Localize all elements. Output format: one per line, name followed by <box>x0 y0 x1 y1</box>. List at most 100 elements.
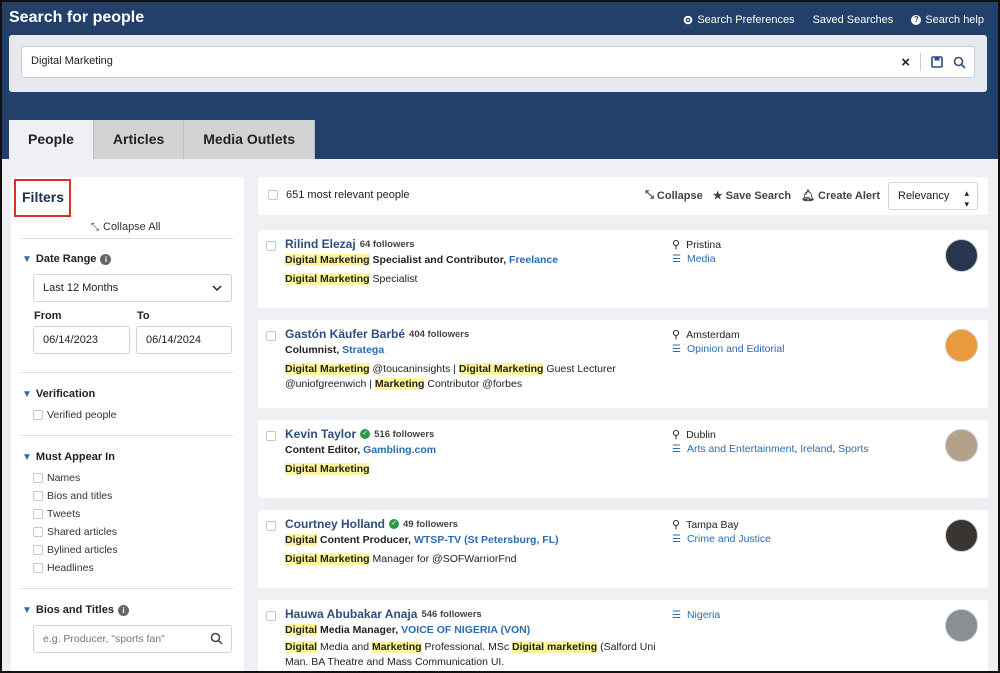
date-range-toggle[interactable]: ▼ Date Range i <box>22 253 112 265</box>
person-name-line: Courtney Holland ✓ 49 followers <box>285 517 458 531</box>
checkbox[interactable] <box>33 473 43 483</box>
person-name[interactable]: Kevin Taylor <box>285 427 356 441</box>
save-search-button[interactable]: ★ Save Search <box>713 189 791 203</box>
outlet-link[interactable]: Gambling.com <box>363 444 436 456</box>
collapse-button[interactable]: ⤡ Collapse <box>645 189 703 202</box>
from-date-field[interactable]: 06/14/2023 <box>33 326 130 354</box>
sort-select[interactable]: Relevancy ▴ ▾ <box>888 182 978 210</box>
person-select-checkbox[interactable] <box>266 241 276 251</box>
checkbox[interactable] <box>33 545 43 555</box>
names-checkbox[interactable]: Names <box>33 472 80 484</box>
keyword-highlight: Marketing <box>374 378 425 390</box>
verified-people-checkbox[interactable]: Verified people <box>33 409 116 421</box>
avatar[interactable] <box>945 329 978 362</box>
topic-link[interactable]: Opinion and Editorial <box>687 343 784 355</box>
topic-link[interactable]: Arts and Entertainment <box>687 443 794 455</box>
bios-titles-input[interactable] <box>43 633 203 645</box>
topics-links: Opinion and Editorial <box>687 343 784 355</box>
from-label: From <box>34 310 62 322</box>
verification-toggle[interactable]: ▼ Verification <box>22 388 95 400</box>
person-name-line: Gastón Käufer Barbé 404 followers <box>285 327 469 341</box>
info-icon[interactable]: i <box>117 604 129 616</box>
tab-articles[interactable]: Articles <box>93 120 185 159</box>
search-box: × <box>21 46 975 78</box>
search-preferences-link[interactable]: Search Preferences <box>683 14 795 26</box>
outlet-link[interactable]: Freelance <box>509 254 558 266</box>
info-icon[interactable]: i <box>100 253 112 265</box>
option-label: Shared articles <box>47 526 118 538</box>
topics-links: Nigeria <box>687 609 720 621</box>
person-location: ⚲ Amsterdam <box>672 328 740 342</box>
tab-people[interactable]: People <box>9 120 94 159</box>
bios-and-titles-checkbox[interactable]: Bios and titles <box>33 490 112 502</box>
collapse-all-button[interactable]: ⤡ Collapse All <box>91 221 160 233</box>
checkbox[interactable] <box>33 410 43 420</box>
person-location: ⚲ Tampa Bay <box>672 518 739 532</box>
person-name[interactable]: Hauwa Abubakar Anaja <box>285 607 417 621</box>
avatar[interactable] <box>945 519 978 552</box>
person-location: ⚲ Dublin <box>672 428 716 442</box>
clear-icon[interactable]: × <box>901 54 910 71</box>
topic-link[interactable]: Ireland <box>800 443 832 455</box>
option-label: Headlines <box>47 562 94 574</box>
search-icon[interactable] <box>210 632 223 645</box>
checkbox[interactable] <box>33 527 43 537</box>
checkbox[interactable] <box>33 509 43 519</box>
search-icon[interactable] <box>953 56 966 69</box>
shared-articles-checkbox[interactable]: Shared articles <box>33 526 117 538</box>
avatar[interactable] <box>945 239 978 272</box>
option-label: Bylined articles <box>47 544 118 556</box>
gear-icon <box>684 15 693 25</box>
topic-link[interactable]: Media <box>687 253 716 265</box>
outlet-link[interactable]: Stratega <box>342 344 384 356</box>
topic-link[interactable]: Nigeria <box>687 609 720 621</box>
person-topics: ☰ Media <box>672 253 716 265</box>
person-name[interactable]: Rilind Elezaj <box>285 237 356 251</box>
bylined-articles-checkbox[interactable]: Bylined articles <box>33 544 118 556</box>
create-alert-button[interactable]: 🔔︎ Create Alert <box>801 189 880 203</box>
results-count-label: 651 most relevant people <box>286 189 410 201</box>
avatar[interactable] <box>945 429 978 462</box>
option-label: Tweets <box>47 508 81 520</box>
topic-link[interactable]: Sports <box>838 443 868 455</box>
person-name[interactable]: Courtney Holland <box>285 517 385 531</box>
option-label: Bios and titles <box>47 490 113 502</box>
person-select-checkbox[interactable] <box>266 431 276 441</box>
search-input[interactable] <box>31 55 851 67</box>
person-select-checkbox[interactable] <box>266 521 276 531</box>
verification-title: Verification <box>35 388 96 400</box>
outlet-link[interactable]: WTSP-TV (St Petersburg, FL) <box>414 534 559 546</box>
person-select-checkbox[interactable] <box>266 611 276 621</box>
person-topics: ☰ Opinion and Editorial <box>672 343 784 355</box>
tab-media-outlets[interactable]: Media Outlets <box>184 120 316 159</box>
person-select-checkbox[interactable] <box>266 331 276 341</box>
follower-count: 546 followers <box>421 608 482 620</box>
person-bio: Digital Marketing @toucaninsights | Digi… <box>285 362 665 392</box>
checkbox[interactable] <box>33 491 43 501</box>
follower-count: 64 followers <box>359 238 415 250</box>
keyword-highlight: Digital <box>285 641 318 653</box>
save-icon[interactable] <box>931 56 943 68</box>
outlet-link[interactable]: VOICE OF NIGERIA (VON) <box>401 624 530 636</box>
date-range-title: Date Range <box>35 253 97 265</box>
header-links: Search Preferences Saved Searches ? Sear… <box>683 14 984 26</box>
select-all-checkbox[interactable] <box>268 190 278 200</box>
person-role: Digital Media Manager, VOICE OF NIGERIA … <box>285 624 530 636</box>
must-appear-in-toggle[interactable]: ▼ Must Appear In <box>22 451 115 463</box>
search-panel: × <box>9 35 987 92</box>
date-range-select[interactable]: Last 12 Months <box>33 274 232 302</box>
divider <box>21 588 233 589</box>
must-appear-in-title: Must Appear In <box>35 451 115 463</box>
avatar[interactable] <box>945 609 978 642</box>
to-date-field[interactable]: 06/14/2024 <box>136 326 232 354</box>
topic-link[interactable]: Crime and Justice <box>687 533 771 545</box>
person-name[interactable]: Gastón Käufer Barbé <box>285 327 405 341</box>
keyword-highlight: Digital <box>285 534 318 546</box>
bios-and-titles-toggle[interactable]: ▼ Bios and Titles i <box>22 604 129 616</box>
tweets-checkbox[interactable]: Tweets <box>33 508 80 520</box>
checkbox[interactable] <box>33 563 43 573</box>
saved-searches-link[interactable]: Saved Searches <box>813 14 894 26</box>
search-help-link[interactable]: ? Search help <box>911 14 984 26</box>
location-pin-icon: ⚲ <box>672 429 681 441</box>
headlines-checkbox[interactable]: Headlines <box>33 562 94 574</box>
